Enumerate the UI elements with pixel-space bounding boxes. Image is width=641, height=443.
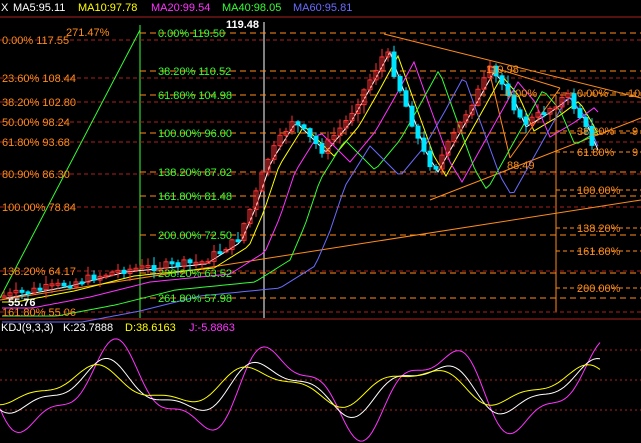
ma60-value: MA60:95.81: [293, 2, 353, 14]
candle-body: [25, 291, 31, 295]
candle-body: [391, 51, 397, 77]
fib-left-label-0: 0.00% 117.55: [2, 35, 69, 47]
fib-left-label-1: 23.60% 108.44: [2, 73, 76, 85]
candle-body: [499, 75, 505, 85]
candle-body: [427, 150, 433, 168]
fib-right-label-5: 161.80%: [577, 246, 621, 258]
kdj-k-line: [0, 357, 601, 419]
fib-mid-label-0: 0.00% 119.50: [158, 28, 225, 40]
fib-right-label-0: 0.00%: [577, 88, 608, 100]
edge-label-1: 10: [628, 88, 640, 100]
fib-right-label-2: 61.80%: [577, 147, 615, 159]
close-icon[interactable]: X: [1, 2, 8, 14]
low2-price-label: 88.49: [507, 160, 535, 172]
candle-body: [121, 269, 127, 274]
candle-body: [415, 125, 421, 139]
candle-body: [67, 285, 73, 289]
high-price-label: 119.48: [226, 19, 259, 31]
trend-line-green: [0, 29, 141, 299]
kdj-legend-bar: KDJ(9,3,3) K:23.7888 D:38.6163 J:-5.8863: [0, 320, 641, 336]
ma20-value: MA20:99.54: [151, 2, 211, 14]
candle-body: [235, 239, 241, 243]
fib-right-inline-label: 0.00%: [506, 88, 537, 100]
kdj-k-value: K:23.7888: [63, 322, 114, 334]
fib-right-label-6: 200.00%: [577, 283, 621, 295]
kdj-j-value: J:-5.8863: [189, 322, 235, 334]
fib-right-label-3: 100.00%: [577, 185, 621, 197]
fib-mid-label-8: 261.80% 57.98: [158, 293, 232, 305]
stock-chart-window[interactable]: 0.00% 117.55 271.47% 23.60% 108.44 38.20…: [0, 0, 641, 443]
fib-right-label-4: 138.20%: [577, 223, 621, 235]
candle-body: [319, 143, 325, 154]
candle-body: [169, 261, 175, 265]
kdj-j-line: [0, 338, 601, 442]
fib-left-label-4: 61.80% 93.68: [2, 137, 70, 149]
candle-body: [295, 121, 301, 126]
fib-mid-label-1: 38.20% 110.52: [158, 66, 231, 78]
fib-mid-label-2: 61.80% 104.98: [158, 90, 232, 102]
candle-body: [313, 135, 319, 145]
kdj-d-line: [0, 364, 601, 408]
candle-body: [37, 287, 43, 291]
fib-left-label-3: 50.00% 98.24: [2, 117, 70, 129]
fib-left-label-7: 138.20% 64.17: [2, 266, 76, 278]
candle-body: [217, 251, 223, 255]
fib-mid-label-6: 200.00% 72.50: [158, 230, 232, 242]
fib-left-label-6: 100.00% 78.84: [2, 202, 76, 214]
ma-legend-bar: X MA5:95.11 MA10:97.78 MA20:99.54 MA40:9…: [0, 0, 641, 16]
candle-body: [79, 281, 85, 285]
low-price-label: 55.76: [8, 297, 36, 309]
candle-body: [421, 137, 427, 152]
candle-body: [409, 105, 415, 127]
peak2-price-label: 110.98: [486, 64, 519, 76]
kdj-d-value: D:38.6163: [125, 322, 176, 334]
candles: [1, 45, 595, 301]
candle-body: [61, 282, 67, 287]
kdj-lines: [0, 338, 601, 442]
fib-left-extra-label: 271.47%: [66, 27, 110, 39]
candle-body: [301, 124, 307, 130]
candle-body: [19, 289, 25, 293]
ma40-line: [2, 70, 599, 317]
fib-mid-label-7: 238.20% 63.52: [158, 268, 232, 280]
ma40-value: MA40:98.05: [222, 2, 282, 14]
candle-body: [433, 166, 439, 170]
candle-body: [397, 75, 403, 92]
kdj-title: KDJ(9,3,3): [1, 322, 54, 334]
candle-body: [523, 116, 529, 125]
fib-mid-label-4: 138.20% 87.02: [158, 167, 232, 179]
grid-layer: [0, 16, 641, 411]
fibonacci-lines: [0, 25, 641, 318]
fib-mid-label-3: 100.00% 96.00: [158, 128, 232, 140]
fib-right-label-1: 38.20%: [577, 126, 615, 138]
candle-body: [517, 109, 523, 118]
fib-left-label-5: 80.90% 86.30: [2, 169, 70, 181]
candle-body: [541, 112, 547, 116]
ma10-value: MA10:97.78: [78, 2, 138, 14]
candle-body: [187, 259, 193, 264]
candle-body: [91, 274, 97, 281]
edge-label-2: 9: [632, 126, 638, 138]
candle-body: [403, 90, 409, 107]
candle-body: [307, 128, 313, 137]
fib-mid-label-5: 161.80% 81.48: [158, 191, 232, 203]
candlestick-chart[interactable]: 0.00% 117.55 271.47% 23.60% 108.44 38.20…: [0, 0, 641, 443]
candle-body: [175, 262, 181, 267]
trend-line-drop: [487, 65, 511, 159]
candle-body: [571, 93, 577, 110]
edge-label-3: 9: [632, 147, 638, 159]
candle-body: [577, 108, 583, 119]
fib-left-label-2: 38.20% 102.80: [2, 97, 76, 109]
candle-body: [151, 265, 157, 272]
ma5-value: MA5:95.11: [13, 2, 66, 14]
